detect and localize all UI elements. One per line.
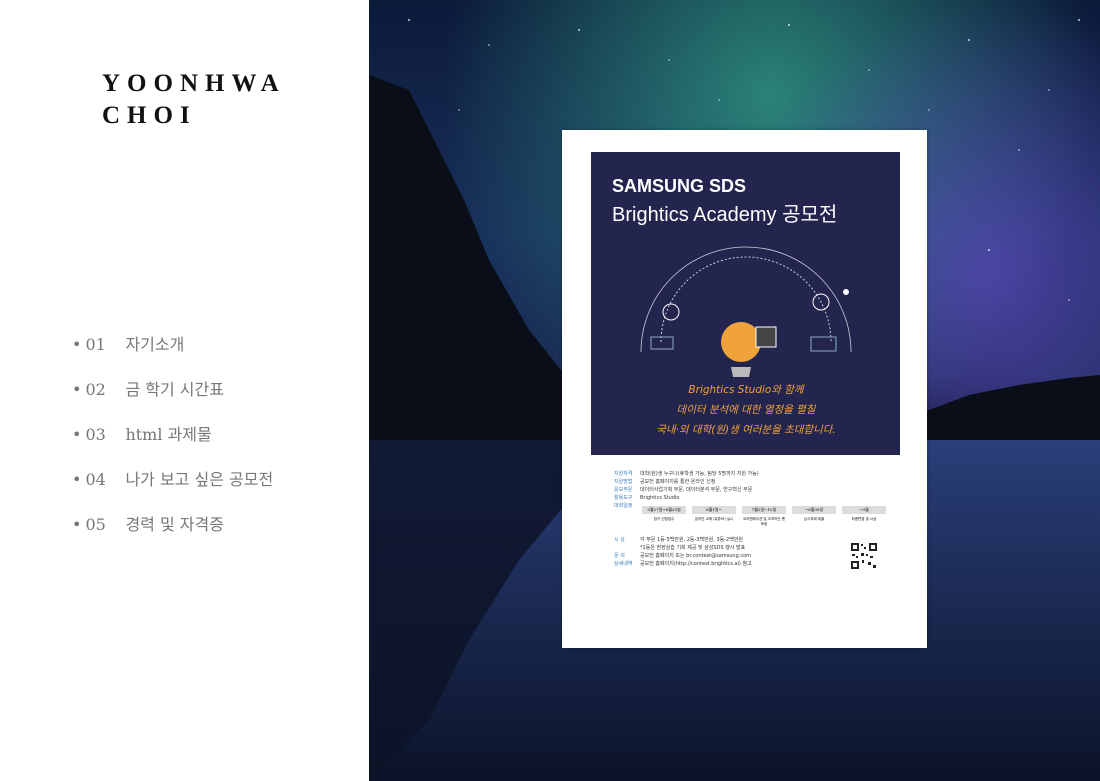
nav-num: 04 <box>85 470 106 489</box>
nav-num: 01 <box>85 335 106 354</box>
sidebar: YOONHWA CHOI • 01 자기소개 • 02 금 학기 시간표 • 03 html… <box>0 0 369 781</box>
info-key: 대회일정 <box>614 503 633 509</box>
info-value: 대학(원)생 누구나(휴학생 가능, 팀당 5명까지 지원 가능) <box>640 471 759 477</box>
info-key: 지원자격 <box>614 471 633 477</box>
nav-label: 나가 보고 싶은 공모전 <box>125 470 274 489</box>
schedule-label: 심사과제 제출 <box>803 517 825 521</box>
info-key: 시 상 <box>614 537 625 543</box>
poster-info: 지원자격 대학(원)생 누구나(휴학생 가능, 팀당 5명까지 지원 가능) 지원… <box>614 470 904 510</box>
schedule-label: 참가 신청접수 <box>653 517 675 521</box>
nav-item-01[interactable]: • 01 자기소개 <box>72 330 273 375</box>
hero-background: SAMSUNG SDS Brightics Academy 공모전 Bright… <box>369 0 1100 781</box>
nav-label: html 과제물 <box>125 425 212 444</box>
info-key: 상세내역 <box>614 561 633 567</box>
nav-item-02[interactable]: • 02 금 학기 시간표 <box>72 375 273 420</box>
nav-label: 금 학기 시간표 <box>125 380 224 399</box>
nav-item-05[interactable]: • 05 경력 및 자격증 <box>72 510 273 555</box>
schedule-date: ~9월 <box>842 506 886 514</box>
schedule-label: 오리엔테이션 및 오프라인 멘토링 <box>743 517 785 526</box>
schedule-date: 7월2일~10일 <box>742 506 786 514</box>
nav-item-04[interactable]: • 04 나가 보고 싶은 공모전 <box>72 465 273 510</box>
info-row: 지원방법 공모전 홈페이지를 통한 온라인 신청 <box>614 478 904 486</box>
info-row: 지원자격 대학(원)생 누구나(휴학생 가능, 팀당 5명까지 지원 가능) <box>614 470 904 478</box>
logo-line-1: YOONHWA <box>102 70 286 97</box>
nav-menu: • 01 자기소개 • 02 금 학기 시간표 • 03 html 과제물 • 04 나가 보고… <box>72 330 273 555</box>
slogan-line: 국내·외 대학(원)생 여러분을 초대합니다. <box>656 424 836 436</box>
schedule-label: 온라인 교육 (유튜브) 실시 <box>694 517 734 521</box>
bullet: • <box>72 425 82 444</box>
schedule-date: 5월27일~6월25일 <box>642 506 686 514</box>
bullet: • <box>72 515 82 534</box>
slogan-line: 데이터 분석에 대한 열정을 펼칠 <box>676 404 816 416</box>
info-note: *1등은 현장실습 기회 제공 및 삼성SDS 행사 발표 <box>640 545 746 551</box>
info-key: 활용도구 <box>614 495 633 501</box>
nav-num: 02 <box>85 380 106 399</box>
info-key: 문 의 <box>614 553 625 559</box>
schedule-date: ~8월30일 <box>792 506 836 514</box>
bullet: • <box>72 380 82 399</box>
info-value: 공모전 홈페이지 또는 br.contest@samsung.com <box>640 553 752 559</box>
qr-code-icon <box>850 542 878 570</box>
site-logo[interactable]: YOONHWA CHOI <box>102 68 286 132</box>
bullet: • <box>72 335 82 354</box>
nav-label: 경력 및 자격증 <box>125 515 224 534</box>
nav-num: 05 <box>85 515 106 534</box>
nav-label: 자기소개 <box>125 335 185 354</box>
info-row: 응모부문 데이터사업기획 부문, 데이터분석 부문, 연구혁신 부문 <box>614 486 904 494</box>
info-key: 지원방법 <box>614 479 633 485</box>
nav-item-03[interactable]: • 03 html 과제물 <box>72 420 273 465</box>
slogan-line: Brightics Studio와 함께 <box>688 384 804 396</box>
info-row: 활용도구 Brightics Studio <box>614 494 904 502</box>
poster-header: SAMSUNG SDS Brightics Academy 공모전 Bright… <box>591 152 900 455</box>
info-value: 데이터사업기획 부문, 데이터분석 부문, 연구혁신 부문 <box>640 487 753 493</box>
bullet: • <box>72 470 82 489</box>
info-value: 공모전 홈페이지(http://contest.brightics.ai) 참고 <box>640 561 752 567</box>
info-value: 각 부문 1등-5백만원, 2등-3백만원, 3등-2백만원 <box>640 537 744 543</box>
schedule-date: 6월1일~ <box>692 506 736 514</box>
schedule-label: 최종면접 및 시상 <box>851 517 877 521</box>
contest-poster[interactable]: SAMSUNG SDS Brightics Academy 공모전 Bright… <box>562 130 927 648</box>
logo-line-2: CHOI <box>102 102 197 129</box>
info-value: 공모전 홈페이지를 통한 온라인 신청 <box>640 479 716 485</box>
info-key: 응모부문 <box>614 487 633 493</box>
poster-slogan: Brightics Studio와 함께 데이터 분석에 대한 열정을 펼칠 국… <box>611 380 881 440</box>
nav-num: 03 <box>85 425 106 444</box>
info-value: Brightics Studio <box>640 495 680 501</box>
